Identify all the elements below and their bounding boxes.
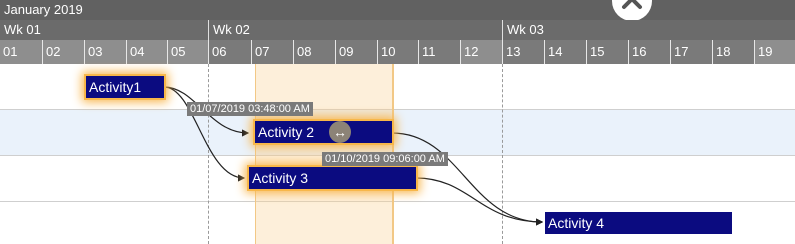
task-bar-activity2[interactable]: Activity 2 (255, 121, 392, 143)
resize-handle[interactable]: ↔ (329, 121, 351, 143)
task-label: Activity 2 (258, 124, 315, 140)
task-bar-activity1[interactable]: Activity1 (86, 76, 164, 98)
drag-end-tooltip: 01/10/2019 09:06:00 AM (322, 152, 448, 166)
task-label: Activity1 (89, 79, 142, 95)
drag-start-tooltip: 01/07/2019 03:48:00 AM (187, 102, 313, 116)
task-bar-activity3[interactable]: Activity 3 (249, 167, 416, 189)
dependency-3-4 (415, 177, 544, 226)
dependency-lines (163, 86, 544, 226)
task-label: Activity 3 (252, 170, 309, 186)
gantt-chart: January 2019 Wk 01 Wk 02 Wk 03 01 02 03 04 0… (0, 0, 795, 244)
left-right-arrow-icon: ↔ (333, 124, 347, 140)
dependency-1-3 (163, 86, 246, 182)
task-label: Activity 4 (548, 215, 605, 231)
task-bar-activity4[interactable]: Activity 4 (545, 212, 732, 234)
